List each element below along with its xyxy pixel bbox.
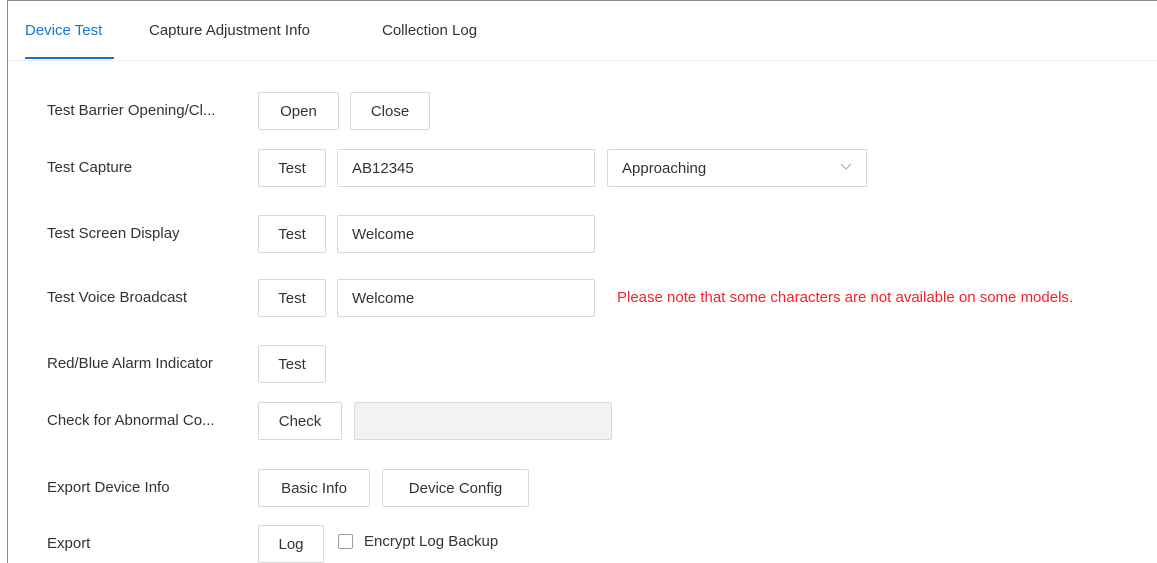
device-config-button[interactable]: Device Config	[382, 469, 529, 507]
voice-broadcast-label: Test Voice Broadcast	[47, 289, 188, 306]
tab-device-test[interactable]: Device Test	[25, 22, 102, 39]
basic-info-button[interactable]: Basic Info	[258, 469, 370, 507]
capture-test-label: Test Capture	[47, 159, 133, 176]
voice-broadcast-text-value: Welcome	[352, 289, 415, 307]
screen-display-text-value: Welcome	[352, 225, 415, 243]
abnormal-check-button[interactable]: Check	[258, 402, 342, 440]
chevron-down-icon	[840, 163, 852, 170]
screen-display-test-button[interactable]: Test	[258, 215, 326, 253]
window-left-border	[7, 0, 8, 563]
tab-bar: Device Test Capture Adjustment Info Coll…	[8, 0, 1157, 61]
voice-broadcast-test-button[interactable]: Test	[258, 279, 326, 317]
abnormal-check-label: Check for Abnormal Co...	[47, 412, 215, 429]
export-log-button[interactable]: Log	[258, 525, 324, 563]
voice-broadcast-text-input[interactable]: Welcome	[337, 279, 595, 317]
alarm-indicator-test-button[interactable]: Test	[258, 345, 326, 383]
barrier-close-button[interactable]: Close	[350, 92, 430, 130]
barrier-open-button[interactable]: Open	[258, 92, 339, 130]
abnormal-check-result-field	[354, 402, 612, 440]
tab-capture-adjustment-info[interactable]: Capture Adjustment Info	[149, 22, 310, 39]
screen-display-text-input[interactable]: Welcome	[337, 215, 595, 253]
encrypt-log-backup-label[interactable]: Encrypt Log Backup	[364, 533, 498, 550]
plate-number-input[interactable]: AB12345	[337, 149, 595, 187]
capture-test-button[interactable]: Test	[258, 149, 326, 187]
active-tab-indicator	[25, 57, 114, 59]
voice-broadcast-warning: Please note that some characters are not…	[617, 289, 1074, 306]
screen-display-label: Test Screen Display	[47, 225, 180, 242]
tab-collection-log[interactable]: Collection Log	[382, 22, 477, 39]
export-label: Export	[47, 535, 91, 552]
barrier-test-label: Test Barrier Opening/Cl...	[47, 102, 216, 119]
plate-number-value: AB12345	[352, 159, 414, 177]
encrypt-log-backup-checkbox[interactable]	[338, 534, 353, 549]
alarm-indicator-label: Red/Blue Alarm Indicator	[47, 355, 213, 372]
direction-value: Approaching	[622, 159, 707, 177]
export-device-info-label: Export Device Info	[47, 479, 170, 496]
direction-select[interactable]: Approaching	[607, 149, 867, 187]
